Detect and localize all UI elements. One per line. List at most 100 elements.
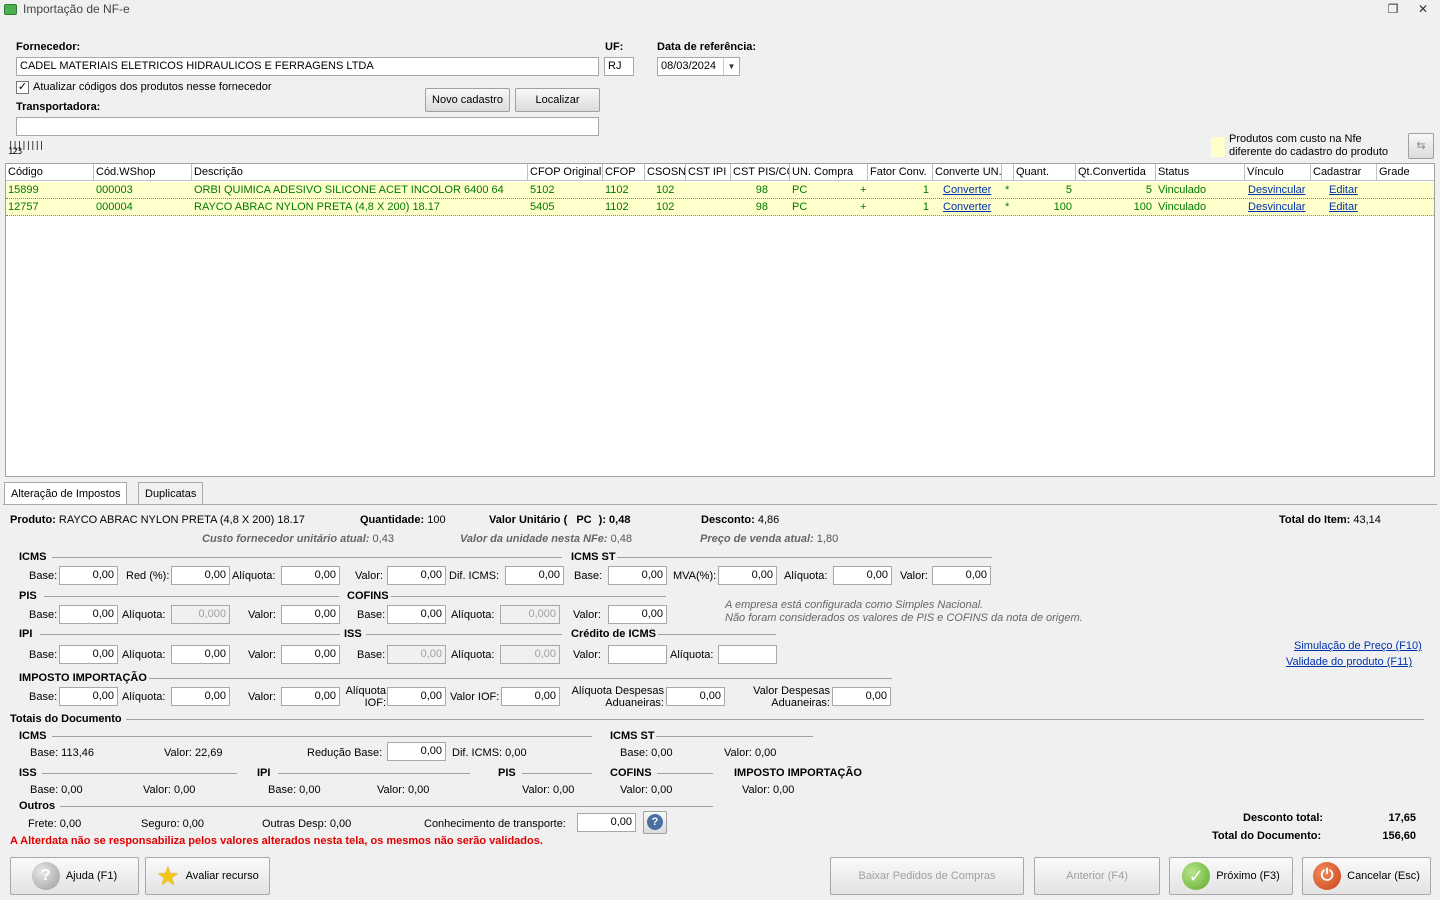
ipi-base-input[interactable]: 0,00 xyxy=(59,645,118,664)
col-qt-convertida[interactable]: Qt.Convertida xyxy=(1076,164,1156,181)
cell-qtconv: 100 xyxy=(1133,201,1152,213)
col-csosn[interactable]: CSOSN xyxy=(645,164,686,181)
table-row[interactable]: 15899 000003 ORBI QUIMICA ADESIVO SILICO… xyxy=(6,182,1434,199)
totais-icms-st-base: Base: 0,00 xyxy=(620,747,673,759)
data-referencia-field[interactable]: 08/03/2024 ▼ xyxy=(657,57,740,76)
produto-label: Produto: xyxy=(10,514,56,526)
col-descricao[interactable]: Descrição xyxy=(192,164,528,181)
editar-link[interactable]: Editar xyxy=(1327,199,1367,216)
col-status[interactable]: Status xyxy=(1156,164,1245,181)
conhecimento-input[interactable]: 0,00 xyxy=(577,813,636,832)
total-documento-value: 156,60 xyxy=(1382,830,1416,842)
cell-cst-pis: 98 xyxy=(755,201,768,213)
avaliar-recurso-button[interactable]: ★ Avaliar recurso xyxy=(145,857,270,895)
col-codigo[interactable]: Código xyxy=(6,164,94,181)
chevron-down-icon[interactable]: ▼ xyxy=(723,58,739,75)
uf-field[interactable]: RJ xyxy=(604,57,634,76)
icms-base-input[interactable]: 0,00 xyxy=(59,566,118,585)
tab-alteracao-impostos[interactable]: Alteração de Impostos xyxy=(4,482,128,505)
icms-dif-input[interactable]: 0,00 xyxy=(505,566,564,585)
close-icon[interactable]: ✕ xyxy=(1414,2,1432,17)
icms-st-valor-input[interactable]: 0,00 xyxy=(932,566,991,585)
valor-despesas-input[interactable]: 0,00 xyxy=(832,687,891,706)
cofins-base-input[interactable]: 0,00 xyxy=(387,605,446,624)
valor-nfe-value: 0,48 xyxy=(610,533,632,545)
fornecedor-field[interactable]: CADEL MATERIAIS ELETRICOS HIDRAULICOS E … xyxy=(16,57,599,76)
ipi-aliquota-input[interactable]: 0,00 xyxy=(171,645,230,664)
icms-divider xyxy=(52,557,562,558)
custo-label: Custo fornecedor unitário atual: xyxy=(202,533,370,545)
novo-cadastro-button[interactable]: Novo cadastro xyxy=(425,88,510,112)
atualizar-label: Atualizar códigos dos produtos nesse for… xyxy=(33,81,272,93)
cofins-divider xyxy=(391,596,666,597)
localizar-button[interactable]: Localizar xyxy=(515,88,600,112)
desvincular-link[interactable]: Desvincular xyxy=(1246,199,1312,216)
imp-valor-input[interactable]: 0,00 xyxy=(281,687,340,706)
totais-seguro: Seguro: 0,00 xyxy=(141,818,204,830)
check-icon: ✓ xyxy=(1182,862,1211,890)
converter-link[interactable]: Converter xyxy=(941,199,1001,216)
valor-despesas-label-2: Aduaneiras: xyxy=(771,697,830,709)
converter-link[interactable]: Converter xyxy=(941,182,1001,199)
proximo-button[interactable]: ✓ Próximo (F3) xyxy=(1169,857,1293,895)
simulacao-preco-link[interactable]: Simulação de Preço (F10) xyxy=(1294,640,1422,652)
col-quant[interactable]: Quant. xyxy=(1014,164,1076,181)
ipi-valor-input[interactable]: 0,00 xyxy=(281,645,340,664)
aliq-iof-input[interactable]: 0,00 xyxy=(387,687,446,706)
cancelar-button[interactable]: ⏻ Cancelar (Esc) xyxy=(1302,857,1431,895)
pis-valor-input[interactable]: 0,00 xyxy=(281,605,340,624)
restore-icon[interactable]: ❐ xyxy=(1384,2,1402,17)
desconto-label: Desconto: xyxy=(701,514,755,526)
icms-aliquota-input[interactable]: 0,00 xyxy=(281,566,340,585)
col-cfop-original[interactable]: CFOP Original xyxy=(528,164,603,181)
reducao-base-label: Redução Base: xyxy=(307,747,383,759)
totais-frete: Frete: 0,00 xyxy=(28,818,82,830)
baixar-pedidos-button[interactable]: Baixar Pedidos de Compras xyxy=(830,857,1024,895)
col-flag[interactable] xyxy=(1002,164,1014,181)
col-grade[interactable]: Grade xyxy=(1377,164,1434,181)
credito-aliquota-input[interactable] xyxy=(718,645,777,664)
anterior-button[interactable]: Anterior (F4) xyxy=(1034,857,1160,895)
imp-base-input[interactable]: 0,00 xyxy=(59,687,118,706)
totais-outros-title: Outros xyxy=(19,800,56,812)
table-row[interactable]: 12757 000004 RAYCO ABRAC NYLON PRETA (4,… xyxy=(6,199,1434,216)
swap-icon[interactable]: ⇆ xyxy=(1408,133,1434,159)
icms-valor-input[interactable]: 0,00 xyxy=(387,566,446,585)
cell-descricao: RAYCO ABRAC NYLON PRETA (4,8 X 200) 18.1… xyxy=(194,201,440,213)
cofins-valor-input[interactable]: 0,00 xyxy=(608,605,667,624)
credito-icms-section-title: Crédito de ICMS xyxy=(571,628,656,640)
imp-aliquota-input[interactable]: 0,00 xyxy=(171,687,230,706)
credito-valor-input[interactable] xyxy=(608,645,667,664)
editar-link[interactable]: Editar xyxy=(1327,182,1367,199)
col-cadastrar[interactable]: Cadastrar xyxy=(1311,164,1377,181)
importacao-divider xyxy=(149,678,892,679)
col-fator-conv[interactable]: Fator Conv. xyxy=(868,164,933,181)
help-icon[interactable]: ? xyxy=(643,811,667,834)
icms-st-aliquota-input[interactable]: 0,00 xyxy=(833,566,892,585)
col-un-compra[interactable]: UN. Compra xyxy=(790,164,868,181)
icms-st-mva-input[interactable]: 0,00 xyxy=(718,566,777,585)
icms-dif-label: Dif. ICMS: xyxy=(449,570,500,582)
products-grid[interactable]: Código Cód.WShop Descrição CFOP Original… xyxy=(5,163,1435,477)
col-codwshop[interactable]: Cód.WShop xyxy=(94,164,192,181)
pis-base-input[interactable]: 0,00 xyxy=(59,605,118,624)
icms-red-input[interactable]: 0,00 xyxy=(171,566,230,585)
barcode-icon[interactable]: |||||||| 123 xyxy=(8,142,44,157)
icms-st-base-input[interactable]: 0,00 xyxy=(608,566,667,585)
col-cst-ipi[interactable]: CST IPI xyxy=(686,164,731,181)
atualizar-checkbox[interactable]: ✓ xyxy=(16,81,29,94)
col-cst-pis[interactable]: CST PIS/COFINS xyxy=(731,164,790,181)
tab-duplicatas[interactable]: Duplicatas xyxy=(138,482,204,504)
col-cfop[interactable]: CFOP xyxy=(603,164,645,181)
desvincular-link[interactable]: Desvincular xyxy=(1246,182,1312,199)
imp-aliquota-label: Alíquota: xyxy=(122,691,166,703)
aliq-despesas-input[interactable]: 0,00 xyxy=(666,687,725,706)
valor-iof-input[interactable]: 0,00 xyxy=(501,687,560,706)
reducao-base-input[interactable]: 0,00 xyxy=(387,742,446,761)
col-vinculo[interactable]: Vínculo xyxy=(1245,164,1311,181)
ajuda-button[interactable]: ? Ajuda (F1) xyxy=(10,857,139,895)
col-converte-un[interactable]: Converte UN. xyxy=(933,164,1002,181)
totais-pis-valor: Valor: 0,00 xyxy=(522,784,575,796)
validade-produto-link[interactable]: Validade do produto (F11) xyxy=(1286,656,1412,668)
transportadora-field[interactable] xyxy=(16,117,599,136)
